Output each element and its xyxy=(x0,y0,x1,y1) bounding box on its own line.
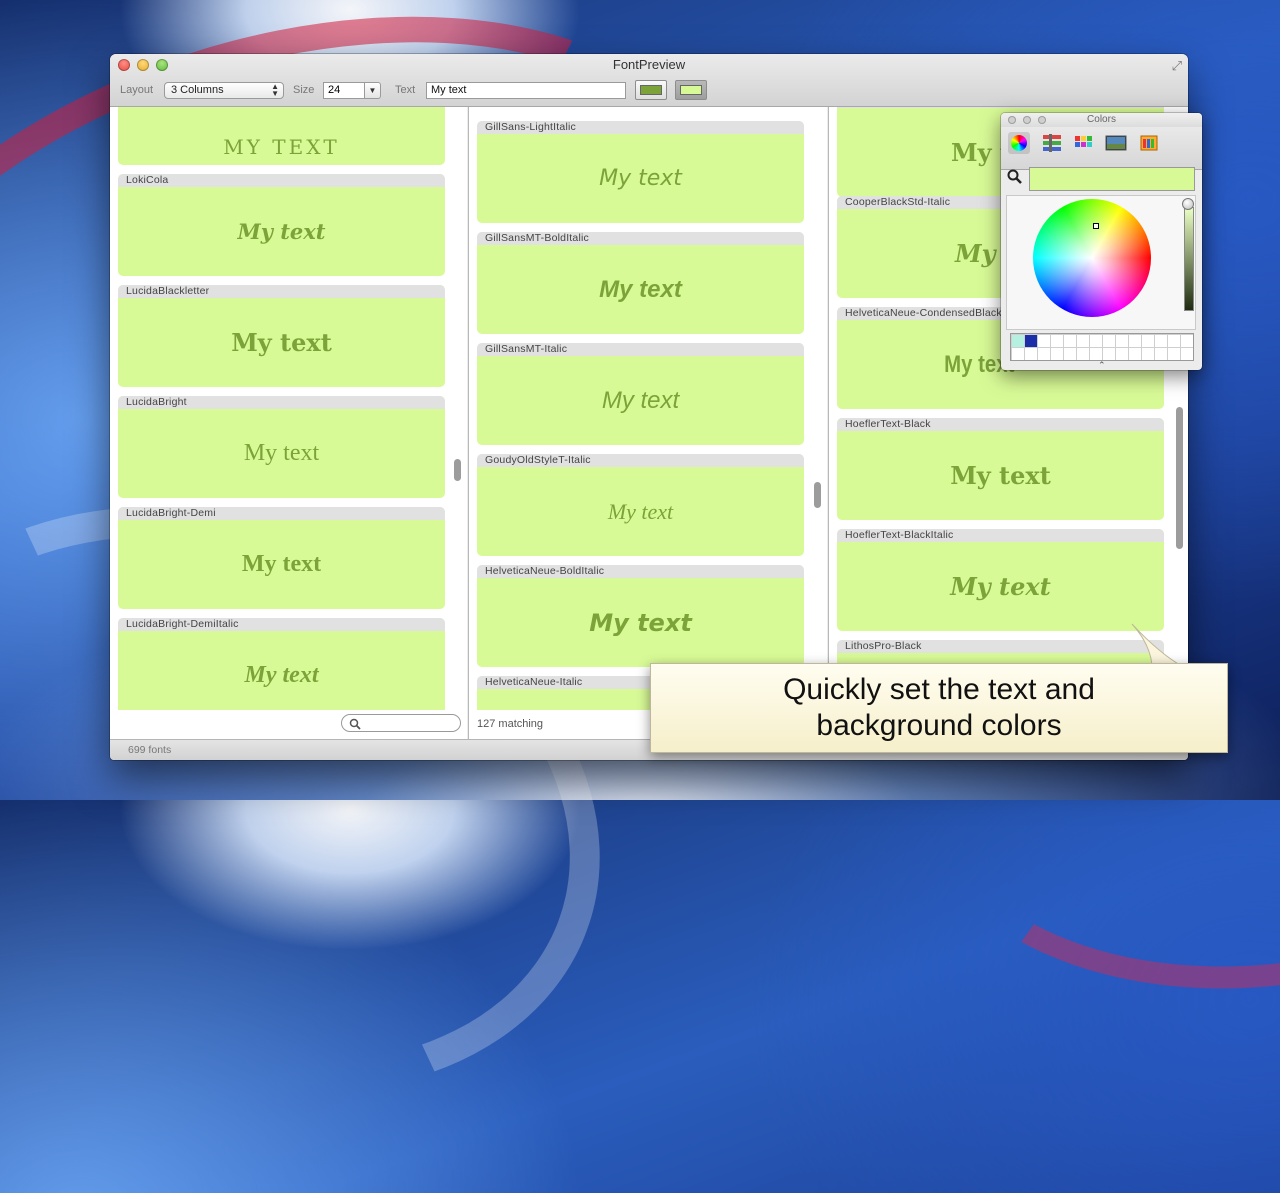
callout-line-1: Quickly set the text and xyxy=(783,673,1095,706)
size-label: Size xyxy=(293,84,315,96)
window-title: FontPreview xyxy=(612,57,686,72)
font-name: GoudyOldStyleT-Italic xyxy=(477,454,804,467)
brightness-slider-knob[interactable] xyxy=(1182,198,1194,210)
callout-tail xyxy=(1131,623,1182,666)
font-card[interactable]: LucidaBright-Demi My text xyxy=(118,507,445,609)
font-name: LithosPro-Black xyxy=(837,640,1164,653)
swatches-resize-handle-icon[interactable]: ⌃ xyxy=(1098,360,1106,370)
crayons-icon[interactable] xyxy=(1138,132,1160,154)
font-name: GillSansMT-Italic xyxy=(477,343,804,356)
font-sample: My text xyxy=(231,328,332,357)
colors-panel: Colors ⌃ xyxy=(1001,113,1202,370)
font-sample: My text xyxy=(599,275,682,303)
saved-swatch[interactable] xyxy=(1012,335,1024,347)
layout-value: 3 Columns xyxy=(171,84,224,96)
current-color-swatch[interactable] xyxy=(1029,167,1195,191)
font-sample: My text xyxy=(589,608,692,637)
saved-swatch[interactable] xyxy=(1025,335,1037,347)
background-color-well[interactable] xyxy=(675,80,707,100)
font-name: HoeflerText-BlackItalic xyxy=(837,529,1164,542)
font-name: GillSansMT-BoldItalic xyxy=(477,232,804,245)
font-sample: My text xyxy=(601,386,680,414)
text-color-swatch xyxy=(640,85,662,95)
layout-label: Layout xyxy=(120,84,154,96)
font-sample: My text xyxy=(241,551,322,577)
font-card[interactable]: GillSans-LightItalic My text xyxy=(477,121,804,223)
font-search-field[interactable] xyxy=(341,714,461,732)
font-name: LucidaBright-Demi xyxy=(118,507,445,520)
title-toolbar: FontPreview ⤢ Layout 3 Columns ▲ ▼ Size 2… xyxy=(110,54,1188,107)
font-name: HelveticaNeue-BoldItalic xyxy=(477,565,804,578)
column-1-footer xyxy=(110,710,467,740)
sample-text-field[interactable]: My text xyxy=(426,82,626,99)
font-card[interactable]: LucidaBlackletter My text xyxy=(118,285,445,387)
popup-arrows-icon: ▲ ▼ xyxy=(271,82,279,98)
text-color-well[interactable] xyxy=(635,80,667,100)
fullscreen-icon[interactable]: ⤢ xyxy=(1172,58,1182,74)
font-card[interactable]: GoudyOldStyleT-Italic My text xyxy=(477,454,804,556)
feature-callout: Quickly set the text and background colo… xyxy=(650,663,1228,753)
color-wheel-area xyxy=(1006,195,1196,330)
image-palettes-icon[interactable] xyxy=(1105,132,1127,154)
size-combo[interactable]: 24 ▼ xyxy=(323,82,381,99)
color-wheel[interactable] xyxy=(1033,199,1151,317)
font-name: HoeflerText-Black xyxy=(837,418,1164,431)
font-card[interactable]: HoeflerText-BlackItalic My text xyxy=(837,529,1164,631)
font-card[interactable]: MY TEXT xyxy=(118,107,445,165)
colors-panel-title: Colors xyxy=(1087,114,1116,125)
color-wheel-icon[interactable] xyxy=(1008,132,1030,154)
color-picker-magnifier-icon[interactable] xyxy=(1007,169,1023,185)
colors-panel-titlebar: Colors xyxy=(1001,113,1202,127)
saved-swatches-grid[interactable] xyxy=(1010,333,1194,361)
font-column-2: GillSans-LightItalic My text GillSansMT-… xyxy=(469,107,827,740)
font-sample: MY TEXT xyxy=(223,135,340,159)
font-name: LucidaBright-DemiItalic xyxy=(118,618,445,631)
search-icon xyxy=(349,718,361,730)
layout-popup[interactable]: 3 Columns ▲ ▼ xyxy=(164,82,284,99)
font-sample: My text xyxy=(599,166,682,191)
font-name: GillSans-LightItalic xyxy=(477,121,804,134)
brightness-slider[interactable] xyxy=(1184,207,1194,311)
color-palettes-icon[interactable] xyxy=(1073,132,1095,154)
font-sample: My text xyxy=(607,498,674,524)
column-1-scrollbar[interactable] xyxy=(454,459,461,481)
font-sample: My text xyxy=(950,572,1051,601)
callout-line-2: background colors xyxy=(816,709,1062,742)
font-card[interactable]: HoeflerText-Black My text xyxy=(837,418,1164,520)
font-sample: My text xyxy=(950,461,1051,490)
font-card[interactable]: LucidaBright-DemiItalic My text xyxy=(118,618,445,720)
font-card[interactable]: LokiCola My text xyxy=(118,174,445,276)
font-count: 699 fonts xyxy=(128,744,172,756)
colors-mode-toolbar xyxy=(1001,127,1202,170)
font-column-1: MY TEXT LokiCola My text LucidaBlacklett… xyxy=(110,107,467,740)
background-color-swatch xyxy=(680,85,702,95)
font-name: LucidaBright xyxy=(118,396,445,409)
color-wheel-cursor[interactable] xyxy=(1093,223,1099,229)
font-card[interactable]: LucidaBright My text xyxy=(118,396,445,498)
column-2-scrollbar[interactable] xyxy=(814,482,821,508)
size-field[interactable]: 24 xyxy=(323,82,365,99)
font-card[interactable]: GillSansMT-BoldItalic My text xyxy=(477,232,804,334)
font-sample: My text xyxy=(244,662,319,688)
font-card[interactable]: HelveticaNeue-BoldItalic My text xyxy=(477,565,804,667)
text-label: Text xyxy=(395,84,416,96)
font-card[interactable]: GillSansMT-Italic My text xyxy=(477,343,804,445)
font-sample: My text xyxy=(237,219,326,244)
size-dropdown-icon[interactable]: ▼ xyxy=(365,82,381,99)
matching-count: 127 matching xyxy=(477,718,544,730)
column-3-scrollbar[interactable] xyxy=(1176,407,1183,549)
font-sample: My text xyxy=(243,440,320,466)
font-name: LucidaBlackletter xyxy=(118,285,445,298)
color-sliders-icon[interactable] xyxy=(1041,132,1063,154)
font-name: LokiCola xyxy=(118,174,445,187)
